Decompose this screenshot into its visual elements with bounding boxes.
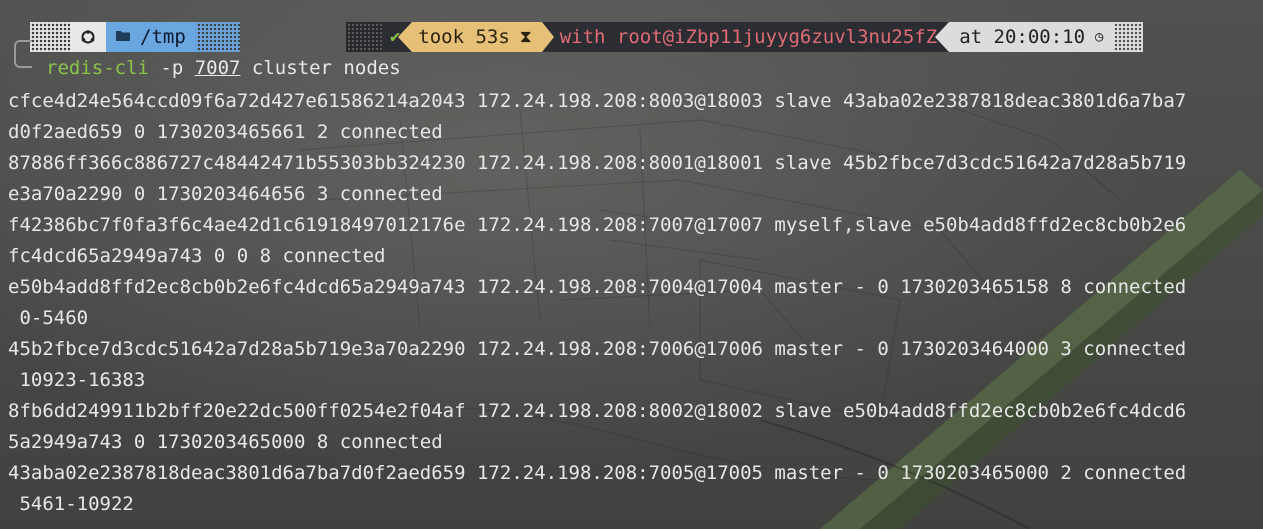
prompt-left-segment: /tmp	[30, 22, 240, 52]
command-line[interactable]: redis-cli -p 7007 cluster nodes	[46, 55, 401, 81]
output-line: e50b4add8ffd2ec8cb0b2e6fc4dcd65a2949a743…	[8, 276, 1187, 298]
prompt-dither-light	[1113, 22, 1144, 52]
cwd-path: /tmp	[140, 26, 186, 48]
user-host-text: with root@iZbp11juyyg6zuvl3nu25fZ	[559, 26, 938, 48]
command-args: cluster nodes	[240, 57, 401, 79]
output-line: fc4dcd65a2949a743 0 0 8 connected	[8, 245, 386, 267]
user-host-segment: with root@iZbp11juyyg6zuvl3nu25fZ	[541, 22, 950, 52]
time-text: at 20:00:10	[959, 26, 1086, 48]
cwd-segment: /tmp	[106, 22, 196, 52]
output-line: 87886ff366c886727c48442471b55303bb324230…	[8, 152, 1187, 174]
output-line: 0-5460	[8, 307, 89, 329]
output-line: 45b2fbce7d3cdc51642a7d28a5b719e3a70a2290…	[8, 338, 1187, 360]
linux-icon	[70, 22, 106, 52]
folder-icon	[116, 29, 130, 45]
output-line: d0f2aed659 0 1730203465661 2 connected	[8, 121, 443, 143]
time-segment: at 20:00:10 ◷	[935, 22, 1114, 52]
output-line: 5461-10922	[8, 493, 134, 515]
output-line: 5a2949a743 0 1730203465000 8 connected	[8, 431, 443, 453]
prompt-dither-dark	[346, 22, 382, 52]
command-program: redis-cli	[46, 57, 149, 79]
output-line: 10923-16383	[8, 369, 146, 391]
prompt-right-segment: ✔ took 53s ⧗ with root@iZbp11juyyg6zuvl3…	[346, 22, 1144, 52]
duration-segment: took 53s ⧗	[398, 22, 542, 52]
prompt-connector	[14, 40, 32, 68]
prompt-dither-blue	[195, 22, 240, 52]
prompt-dither	[30, 22, 70, 52]
command-output: cfce4d24e564ccd09f6a72d427e61586214a2043…	[8, 86, 1258, 520]
output-line: cfce4d24e564ccd09f6a72d427e61586214a2043…	[8, 90, 1187, 112]
command-flag: -p	[148, 57, 195, 79]
duration-text: took 53s	[418, 26, 510, 48]
output-line: 43aba02e2387818deac3801d6a7ba7d0f2aed659…	[8, 462, 1187, 484]
hourglass-icon: ⧗	[519, 27, 532, 47]
command-port: 7007	[194, 57, 241, 79]
output-line: f42386bc7f0fa3f6c4ae42d1c61918497012176e…	[8, 214, 1187, 236]
output-line: 8fb6dd249911b2bff20e22dc500ff0254e2f04af…	[8, 400, 1187, 422]
clock-icon: ◷	[1095, 29, 1104, 45]
output-line: e3a70a2290 0 1730203464656 3 connected	[8, 183, 443, 205]
